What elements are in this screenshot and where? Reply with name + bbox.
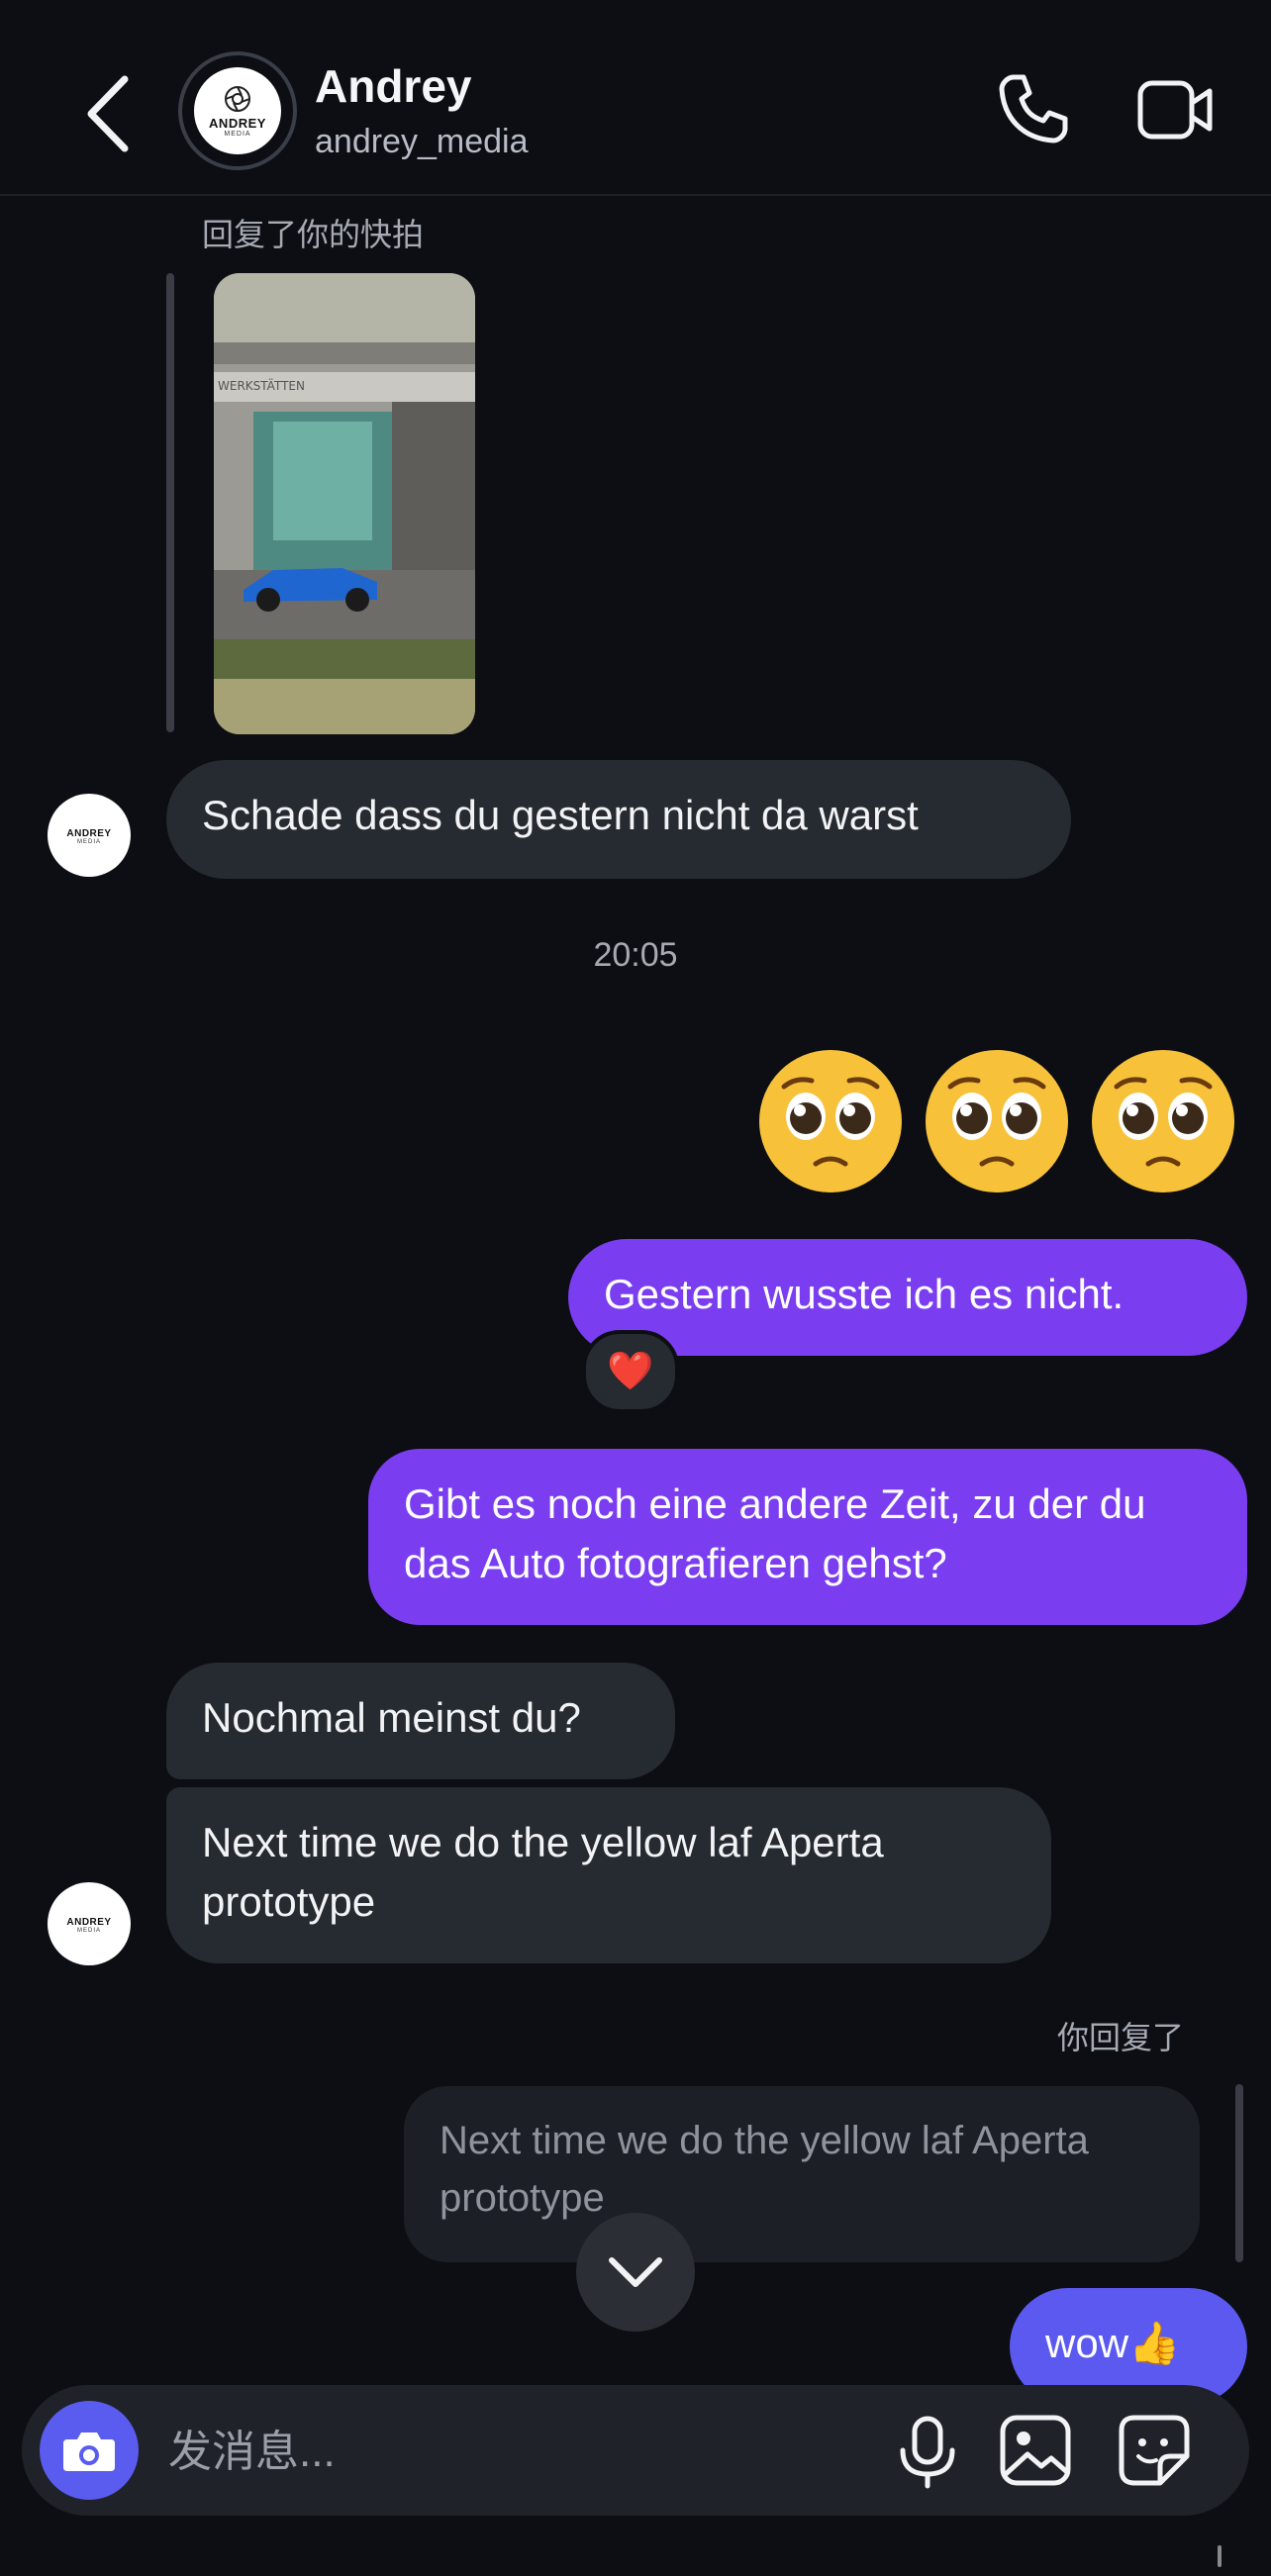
message-outgoing[interactable]: Gestern wusste ich es nicht. xyxy=(568,1239,1247,1356)
sender-avatar[interactable]: ANDREY MEDIA xyxy=(48,1882,131,1965)
video-call-icon[interactable] xyxy=(1136,75,1216,144)
message-incoming[interactable]: Next time we do the yellow laf Aperta pr… xyxy=(166,1787,1051,1963)
message-composer xyxy=(22,2385,1249,2516)
pleading-face-emoji[interactable] xyxy=(923,1047,1071,1195)
pleading-face-emoji[interactable] xyxy=(1089,1047,1237,1195)
pleading-face-emoji[interactable] xyxy=(756,1047,905,1195)
avatar-logo: ANDREY MEDIA xyxy=(194,67,281,154)
snap-reply-note: 回复了你的快拍 xyxy=(202,217,425,252)
quote-bar xyxy=(1235,2084,1243,2262)
sender-avatar[interactable]: ANDREY MEDIA xyxy=(48,794,131,877)
avatar-logo-sub: MEDIA xyxy=(76,1927,101,1934)
aperture-icon xyxy=(225,86,250,112)
back-arrow-icon[interactable] xyxy=(79,69,139,158)
chat-header: ANDREY MEDIA Andrey andrey_media xyxy=(0,0,1271,196)
story-photo: WERKSTÄTTEN xyxy=(214,273,475,734)
gallery-icon[interactable] xyxy=(998,2413,1073,2488)
message-outgoing[interactable]: Gibt es noch eine andere Zeit, zu der du… xyxy=(368,1449,1247,1625)
reply-bar xyxy=(166,273,174,732)
message-incoming[interactable]: Nochmal meinst du? xyxy=(166,1663,675,1779)
avatar-logo-text: ANDREY xyxy=(66,1916,112,1928)
scroll-to-bottom-button[interactable] xyxy=(576,2213,695,2332)
story-thumbnail[interactable]: WERKSTÄTTEN xyxy=(214,273,475,734)
sticker-icon[interactable] xyxy=(1117,2413,1192,2488)
avatar-logo-text: ANDREY xyxy=(209,116,266,131)
camera-button[interactable] xyxy=(40,2401,139,2500)
avatar-logo-sub: MEDIA xyxy=(224,131,251,138)
message-input[interactable] xyxy=(166,2421,863,2484)
chevron-down-icon xyxy=(609,2257,662,2287)
message-incoming[interactable]: Schade dass du gestern nicht da warst xyxy=(166,760,1071,879)
quoted-message[interactable]: Next time we do the yellow laf Aperta pr… xyxy=(404,2086,1200,2262)
microphone-icon[interactable] xyxy=(893,2415,962,2490)
snap-sign-text: WERKSTÄTTEN xyxy=(218,378,305,393)
contact-name[interactable]: Andrey xyxy=(315,59,471,113)
avatar-logo-text: ANDREY xyxy=(66,827,112,839)
camera-icon xyxy=(63,2433,115,2471)
avatar-logo-sub: MEDIA xyxy=(76,838,101,845)
timestamp: 20:05 xyxy=(593,936,678,974)
phone-call-icon[interactable] xyxy=(994,69,1073,148)
home-indicator xyxy=(1218,2545,1222,2567)
you-replied-note: 你回复了 xyxy=(1057,2020,1185,2055)
contact-avatar[interactable]: ANDREY MEDIA xyxy=(178,51,297,170)
contact-handle[interactable]: andrey_media xyxy=(315,123,528,161)
heart-reaction[interactable]: ❤️ xyxy=(582,1330,679,1413)
